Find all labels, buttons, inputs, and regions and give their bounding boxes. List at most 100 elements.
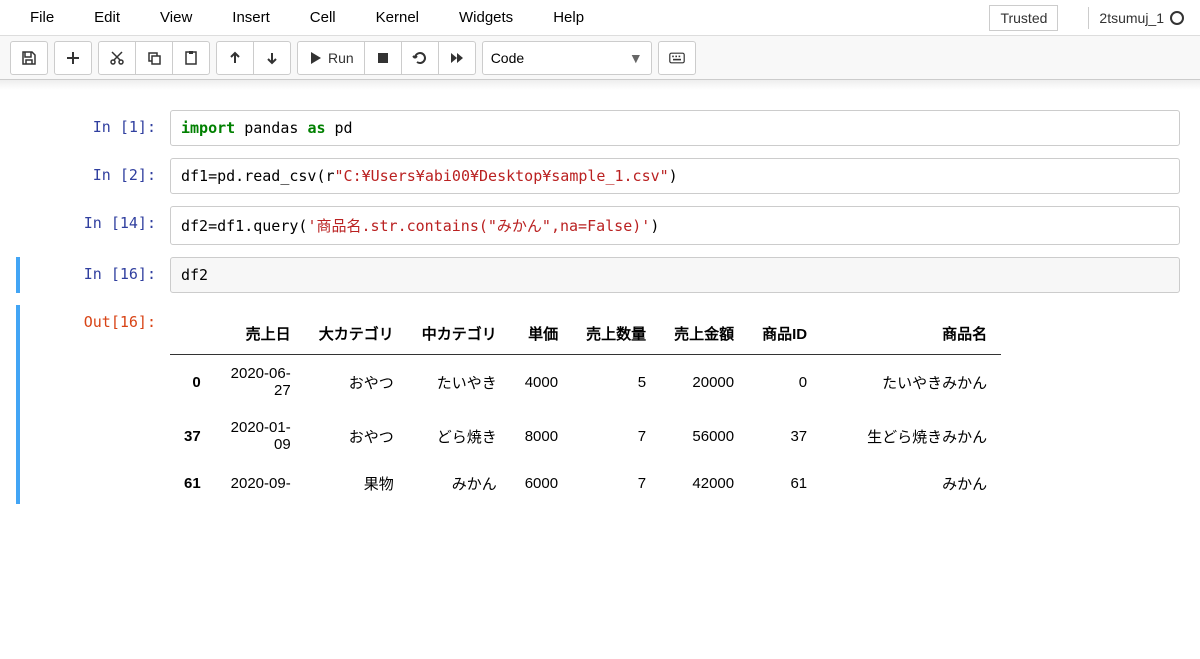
df-column-header: 大カテゴリ xyxy=(305,313,408,355)
interrupt-button[interactable] xyxy=(364,42,401,74)
paste-button[interactable] xyxy=(172,42,209,74)
play-icon xyxy=(308,50,324,66)
copy-icon xyxy=(146,50,162,66)
code-token: import xyxy=(181,119,235,137)
restart-run-all-button[interactable] xyxy=(438,42,475,74)
df-cell: 61 xyxy=(748,463,821,504)
copy-button[interactable] xyxy=(135,42,172,74)
output-row: Out[16]: 売上日大カテゴリ中カテゴリ単価売上数量売上金額商品ID商品名 … xyxy=(16,305,1180,504)
df-cell: どら焼き xyxy=(408,409,511,463)
stop-icon xyxy=(375,50,391,66)
df-cell: 0 xyxy=(748,355,821,410)
arrow-up-icon xyxy=(227,50,243,66)
move-up-button[interactable] xyxy=(217,42,253,74)
keyboard-icon xyxy=(669,50,685,66)
code-cell-selected[interactable]: In [16]: df2 xyxy=(16,257,1180,293)
df-cell: 2020-06-27 xyxy=(215,355,305,410)
menu-widgets[interactable]: Widgets xyxy=(439,3,533,32)
df-cell: 生どら焼きみかん xyxy=(821,409,1001,463)
code-cell[interactable]: In [14]: df2=df1.query('商品名.str.contains… xyxy=(20,206,1180,245)
df-cell: 6000 xyxy=(511,463,572,504)
code-token: '商品名.str.contains("みかん",na=False)' xyxy=(307,217,650,235)
code-token: pd xyxy=(326,119,353,137)
code-token: df1 xyxy=(181,167,208,185)
command-palette-button[interactable] xyxy=(659,42,695,74)
df-column-header: 中カテゴリ xyxy=(408,313,511,355)
code-input[interactable]: df2=df1.query('商品名.str.contains("みかん",na… xyxy=(170,206,1180,245)
notebook-shadow xyxy=(0,80,1200,90)
in-prompt: In [1]: xyxy=(20,110,170,146)
df-cell: 8000 xyxy=(511,409,572,463)
menu-kernel[interactable]: Kernel xyxy=(356,3,439,32)
df-cell: 7 xyxy=(572,409,660,463)
code-token: df1.query( xyxy=(217,217,307,235)
menu-cell[interactable]: Cell xyxy=(290,3,356,32)
code-token: df2 xyxy=(181,266,208,284)
df-cell: みかん xyxy=(408,463,511,504)
df-cell: 2020-09- xyxy=(215,463,305,504)
code-input[interactable]: df2 xyxy=(170,257,1180,293)
menu-view[interactable]: View xyxy=(140,3,212,32)
df-column-header: 商品名 xyxy=(821,313,1001,355)
menu-file[interactable]: File xyxy=(10,3,74,32)
df-cell: 4000 xyxy=(511,355,572,410)
code-cell[interactable]: In [1]: import pandas as pd xyxy=(20,110,1180,146)
code-token: pd.read_csv( xyxy=(217,167,325,185)
df-cell: 56000 xyxy=(660,409,748,463)
toolbar: Run Code ▼ xyxy=(0,36,1200,80)
df-cell: 37 xyxy=(748,409,821,463)
df-cell: 20000 xyxy=(660,355,748,410)
kernel-name[interactable]: 2tsumuj_1 xyxy=(1099,10,1164,26)
df-cell: 7 xyxy=(572,463,660,504)
df-cell: おやつ xyxy=(305,409,408,463)
plus-icon xyxy=(65,50,81,66)
df-cell: 果物 xyxy=(305,463,408,504)
insert-cell-button[interactable] xyxy=(55,42,91,74)
dataframe-table: 売上日大カテゴリ中カテゴリ単価売上数量売上金額商品ID商品名 02020-06-… xyxy=(170,313,1001,504)
restart-button[interactable] xyxy=(401,42,438,74)
cut-button[interactable] xyxy=(99,42,135,74)
df-column-header: 売上日 xyxy=(215,313,305,355)
df-cell: 2020-01-09 xyxy=(215,409,305,463)
run-button[interactable]: Run xyxy=(298,42,364,74)
run-label: Run xyxy=(328,50,354,66)
code-token: ) xyxy=(669,167,678,185)
df-cell: たいやきみかん xyxy=(821,355,1001,410)
save-icon xyxy=(21,50,37,66)
code-token: as xyxy=(307,119,325,137)
kernel-separator xyxy=(1088,7,1089,29)
chevron-down-icon: ▼ xyxy=(629,50,643,66)
table-row: 372020-01-09おやつどら焼き800075600037生どら焼きみかん xyxy=(170,409,1001,463)
df-row-index: 0 xyxy=(170,355,215,410)
dataframe-output: 売上日大カテゴリ中カテゴリ単価売上数量売上金額商品ID商品名 02020-06-… xyxy=(170,305,1180,504)
cell-type-select[interactable]: Code ▼ xyxy=(482,41,652,75)
menubar: File Edit View Insert Cell Kernel Widget… xyxy=(0,0,1200,36)
df-row-index: 61 xyxy=(170,463,215,504)
menu-edit[interactable]: Edit xyxy=(74,3,140,32)
cell-type-value: Code xyxy=(491,50,524,66)
menu-insert[interactable]: Insert xyxy=(212,3,290,32)
arrow-down-icon xyxy=(264,50,280,66)
in-prompt: In [14]: xyxy=(20,206,170,245)
restart-icon xyxy=(412,50,428,66)
df-column-header xyxy=(170,313,215,355)
notebook-container: In [1]: import pandas as pd In [2]: df1=… xyxy=(0,90,1200,504)
df-column-header: 売上数量 xyxy=(572,313,660,355)
code-token: ) xyxy=(650,217,659,235)
in-prompt: In [16]: xyxy=(20,257,170,293)
code-token: r xyxy=(326,167,335,185)
code-input[interactable]: df1=pd.read_csv(r"C:¥Users¥abi00¥Desktop… xyxy=(170,158,1180,194)
df-row-index: 37 xyxy=(170,409,215,463)
move-down-button[interactable] xyxy=(253,42,290,74)
code-token: = xyxy=(208,217,217,235)
menu-help[interactable]: Help xyxy=(533,3,604,32)
code-input[interactable]: import pandas as pd xyxy=(170,110,1180,146)
df-cell: たいやき xyxy=(408,355,511,410)
df-cell: 42000 xyxy=(660,463,748,504)
trusted-indicator[interactable]: Trusted xyxy=(989,5,1058,31)
fast-forward-icon xyxy=(449,50,465,66)
code-cell[interactable]: In [2]: df1=pd.read_csv(r"C:¥Users¥abi00… xyxy=(20,158,1180,194)
save-button[interactable] xyxy=(11,42,47,74)
kernel-indicator-icon xyxy=(1170,11,1184,25)
code-token: = xyxy=(208,167,217,185)
